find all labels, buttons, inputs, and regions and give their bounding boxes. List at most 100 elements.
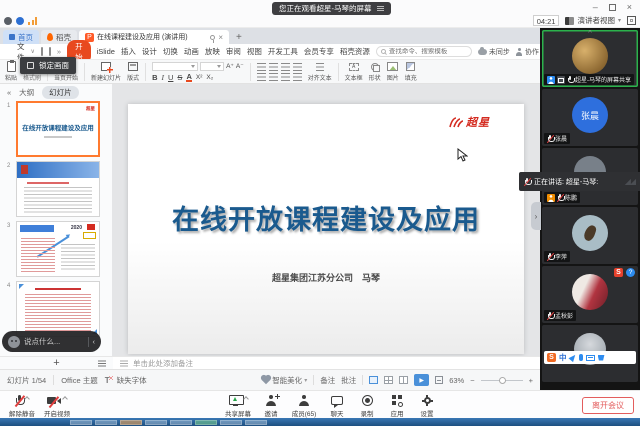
sogou-logo-icon[interactable]: S (547, 353, 556, 362)
mic-options-caret[interactable] (24, 396, 30, 402)
scroll-up-icon[interactable]: ^ (588, 30, 591, 37)
ribbon-tab-animation[interactable]: 动画 (184, 46, 199, 57)
slide-list-menu-icon[interactable] (98, 363, 106, 364)
reading-view-icon[interactable] (399, 376, 408, 384)
layout-button[interactable]: 版式 (127, 61, 139, 82)
taskbar-window[interactable] (145, 420, 167, 425)
underline-button[interactable]: U (168, 73, 173, 82)
save-icon[interactable] (41, 47, 43, 56)
ime-toolbar[interactable]: S 中 (544, 351, 636, 364)
ribbon-tab-member[interactable]: 会员专享 (304, 46, 334, 57)
network-signal-icon[interactable] (28, 17, 37, 25)
zoom-level[interactable]: 63% (449, 376, 464, 385)
zoom-slider[interactable] (481, 380, 523, 381)
ribbon-tab-islide[interactable]: iSlide (97, 47, 115, 56)
keyboard-icon[interactable] (586, 355, 595, 361)
ribbon-tab-insert[interactable]: 插入 (121, 46, 136, 57)
bullet-list-icon[interactable] (257, 63, 266, 71)
more-tools-icon[interactable]: » (57, 47, 61, 56)
banner-menu-icon[interactable] (377, 8, 384, 9)
start-video-button[interactable]: 开启视频 (38, 394, 76, 418)
share-screen-button[interactable]: 共享屏幕 (222, 394, 254, 418)
maximize-button[interactable] (609, 4, 616, 11)
missing-fonts-label[interactable]: 缺失字体 (117, 375, 147, 386)
sync-status[interactable]: 未同步 (478, 47, 510, 57)
fit-window-icon[interactable] (435, 376, 443, 384)
ime-language-toggle[interactable]: 中 (559, 352, 567, 363)
slide-subtitle[interactable]: 超星集团江苏分公司 马琴 (128, 271, 524, 284)
emoji-icon[interactable] (8, 336, 20, 348)
file-menu-caret[interactable]: ∨ (31, 48, 35, 55)
increase-indent-icon[interactable] (293, 63, 302, 71)
slide-thumbnail-1[interactable]: 超星 在线开放课程建设及应用 (16, 101, 100, 157)
sorter-view-icon[interactable] (384, 376, 393, 384)
ribbon-tab-transition[interactable]: 切换 (163, 46, 178, 57)
picture-button[interactable]: 图片 (387, 61, 399, 82)
ribbon-tab-devtools[interactable]: 开发工具 (268, 46, 298, 57)
smart-beautify-button[interactable]: 智能美化 ▾ (263, 375, 307, 386)
align-center-icon[interactable] (269, 73, 278, 81)
taskbar-window[interactable] (70, 420, 92, 425)
taskbar-window[interactable] (120, 420, 142, 425)
ribbon-tab-view[interactable]: 视图 (247, 46, 262, 57)
shape-button[interactable]: 形状 (369, 61, 381, 82)
numbered-list-icon[interactable] (269, 63, 278, 71)
grow-font-button[interactable]: A⁺ (226, 62, 234, 70)
taskbar-window[interactable] (195, 420, 217, 425)
fullscreen-icon[interactable] (627, 16, 636, 25)
minimize-button[interactable]: – (593, 2, 598, 12)
ribbon-tab-docer-res[interactable]: 稻壳资源 (340, 46, 370, 57)
shrink-font-button[interactable]: A⁻ (236, 62, 244, 70)
paste-button[interactable]: 粘贴 (5, 61, 17, 82)
decrease-indent-icon[interactable] (281, 63, 290, 71)
font-size-select[interactable] (200, 62, 224, 71)
close-tab-icon[interactable]: × (218, 33, 223, 42)
watching-banner[interactable]: 您正在观看超星-马琴的屏幕 (272, 2, 391, 15)
normal-view-icon[interactable] (369, 376, 378, 384)
video-options-caret[interactable] (62, 396, 68, 402)
participant-tile[interactable]: S ? 孟秋彭 (542, 266, 638, 323)
chat-button[interactable]: 聊天 (324, 394, 350, 418)
leave-meeting-button[interactable]: 离开会议 (582, 397, 634, 414)
notes-bar[interactable]: 单击此处添加备注 (113, 356, 540, 369)
zoom-slider-knob[interactable] (499, 377, 506, 384)
quick-chat-bubble[interactable]: 说点什么... ‹ (2, 331, 101, 352)
panel-collapse-button[interactable]: « (7, 88, 11, 97)
security-shield-icon[interactable] (16, 17, 24, 25)
taskbar-window[interactable] (220, 420, 242, 425)
subscript-button[interactable]: X₂ (206, 74, 213, 81)
zoom-in-button[interactable]: + (529, 376, 533, 385)
unmute-button[interactable]: 解除静音 (6, 394, 38, 418)
font-family-select[interactable] (152, 62, 198, 71)
notes-toggle[interactable]: 备注 (320, 375, 335, 386)
ribbon-tab-design[interactable]: 设计 (142, 46, 157, 57)
tab-slides[interactable]: 幻灯片 (42, 86, 79, 99)
settings-button[interactable]: 设置 (414, 394, 440, 418)
windows-taskbar[interactable] (0, 418, 640, 426)
invite-button[interactable]: 邀请 (258, 394, 284, 418)
participant-tile[interactable]: 张晨 张晨 (542, 89, 638, 146)
skin-icon[interactable] (598, 355, 605, 361)
participant-tile-sharer[interactable]: ^ 超星-马琴的屏幕共享 (542, 30, 638, 87)
print-icon[interactable] (49, 47, 51, 56)
fill-button[interactable]: 填充 (405, 61, 417, 82)
members-button[interactable]: 成员(65) (288, 394, 320, 418)
slide-thumbnail-4[interactable] (16, 281, 100, 337)
command-search[interactable] (376, 46, 472, 57)
sogou-icon[interactable]: S (614, 268, 623, 277)
handwriting-icon[interactable] (568, 353, 577, 362)
strikethrough-button[interactable]: S (177, 73, 182, 82)
collaborate-button[interactable]: 协作 (516, 47, 539, 57)
line-spacing-icon[interactable] (293, 73, 302, 81)
new-slide-button[interactable]: 新建幻灯片 (91, 61, 121, 82)
taskbar-window[interactable] (170, 420, 192, 425)
theme-label[interactable]: Office 主题 (61, 375, 98, 386)
align-right-icon[interactable] (281, 73, 290, 81)
taskbar-window[interactable] (95, 420, 117, 425)
tab-document[interactable]: P 在线课程建设及应用 (演讲用) × (79, 30, 229, 44)
sidebar-collapse-handle[interactable]: › (531, 202, 541, 230)
search-input[interactable] (389, 48, 467, 55)
zoom-out-button[interactable]: − (470, 376, 474, 385)
tab-outline[interactable]: 大纲 (19, 87, 34, 98)
taskbar-window[interactable] (245, 420, 267, 425)
